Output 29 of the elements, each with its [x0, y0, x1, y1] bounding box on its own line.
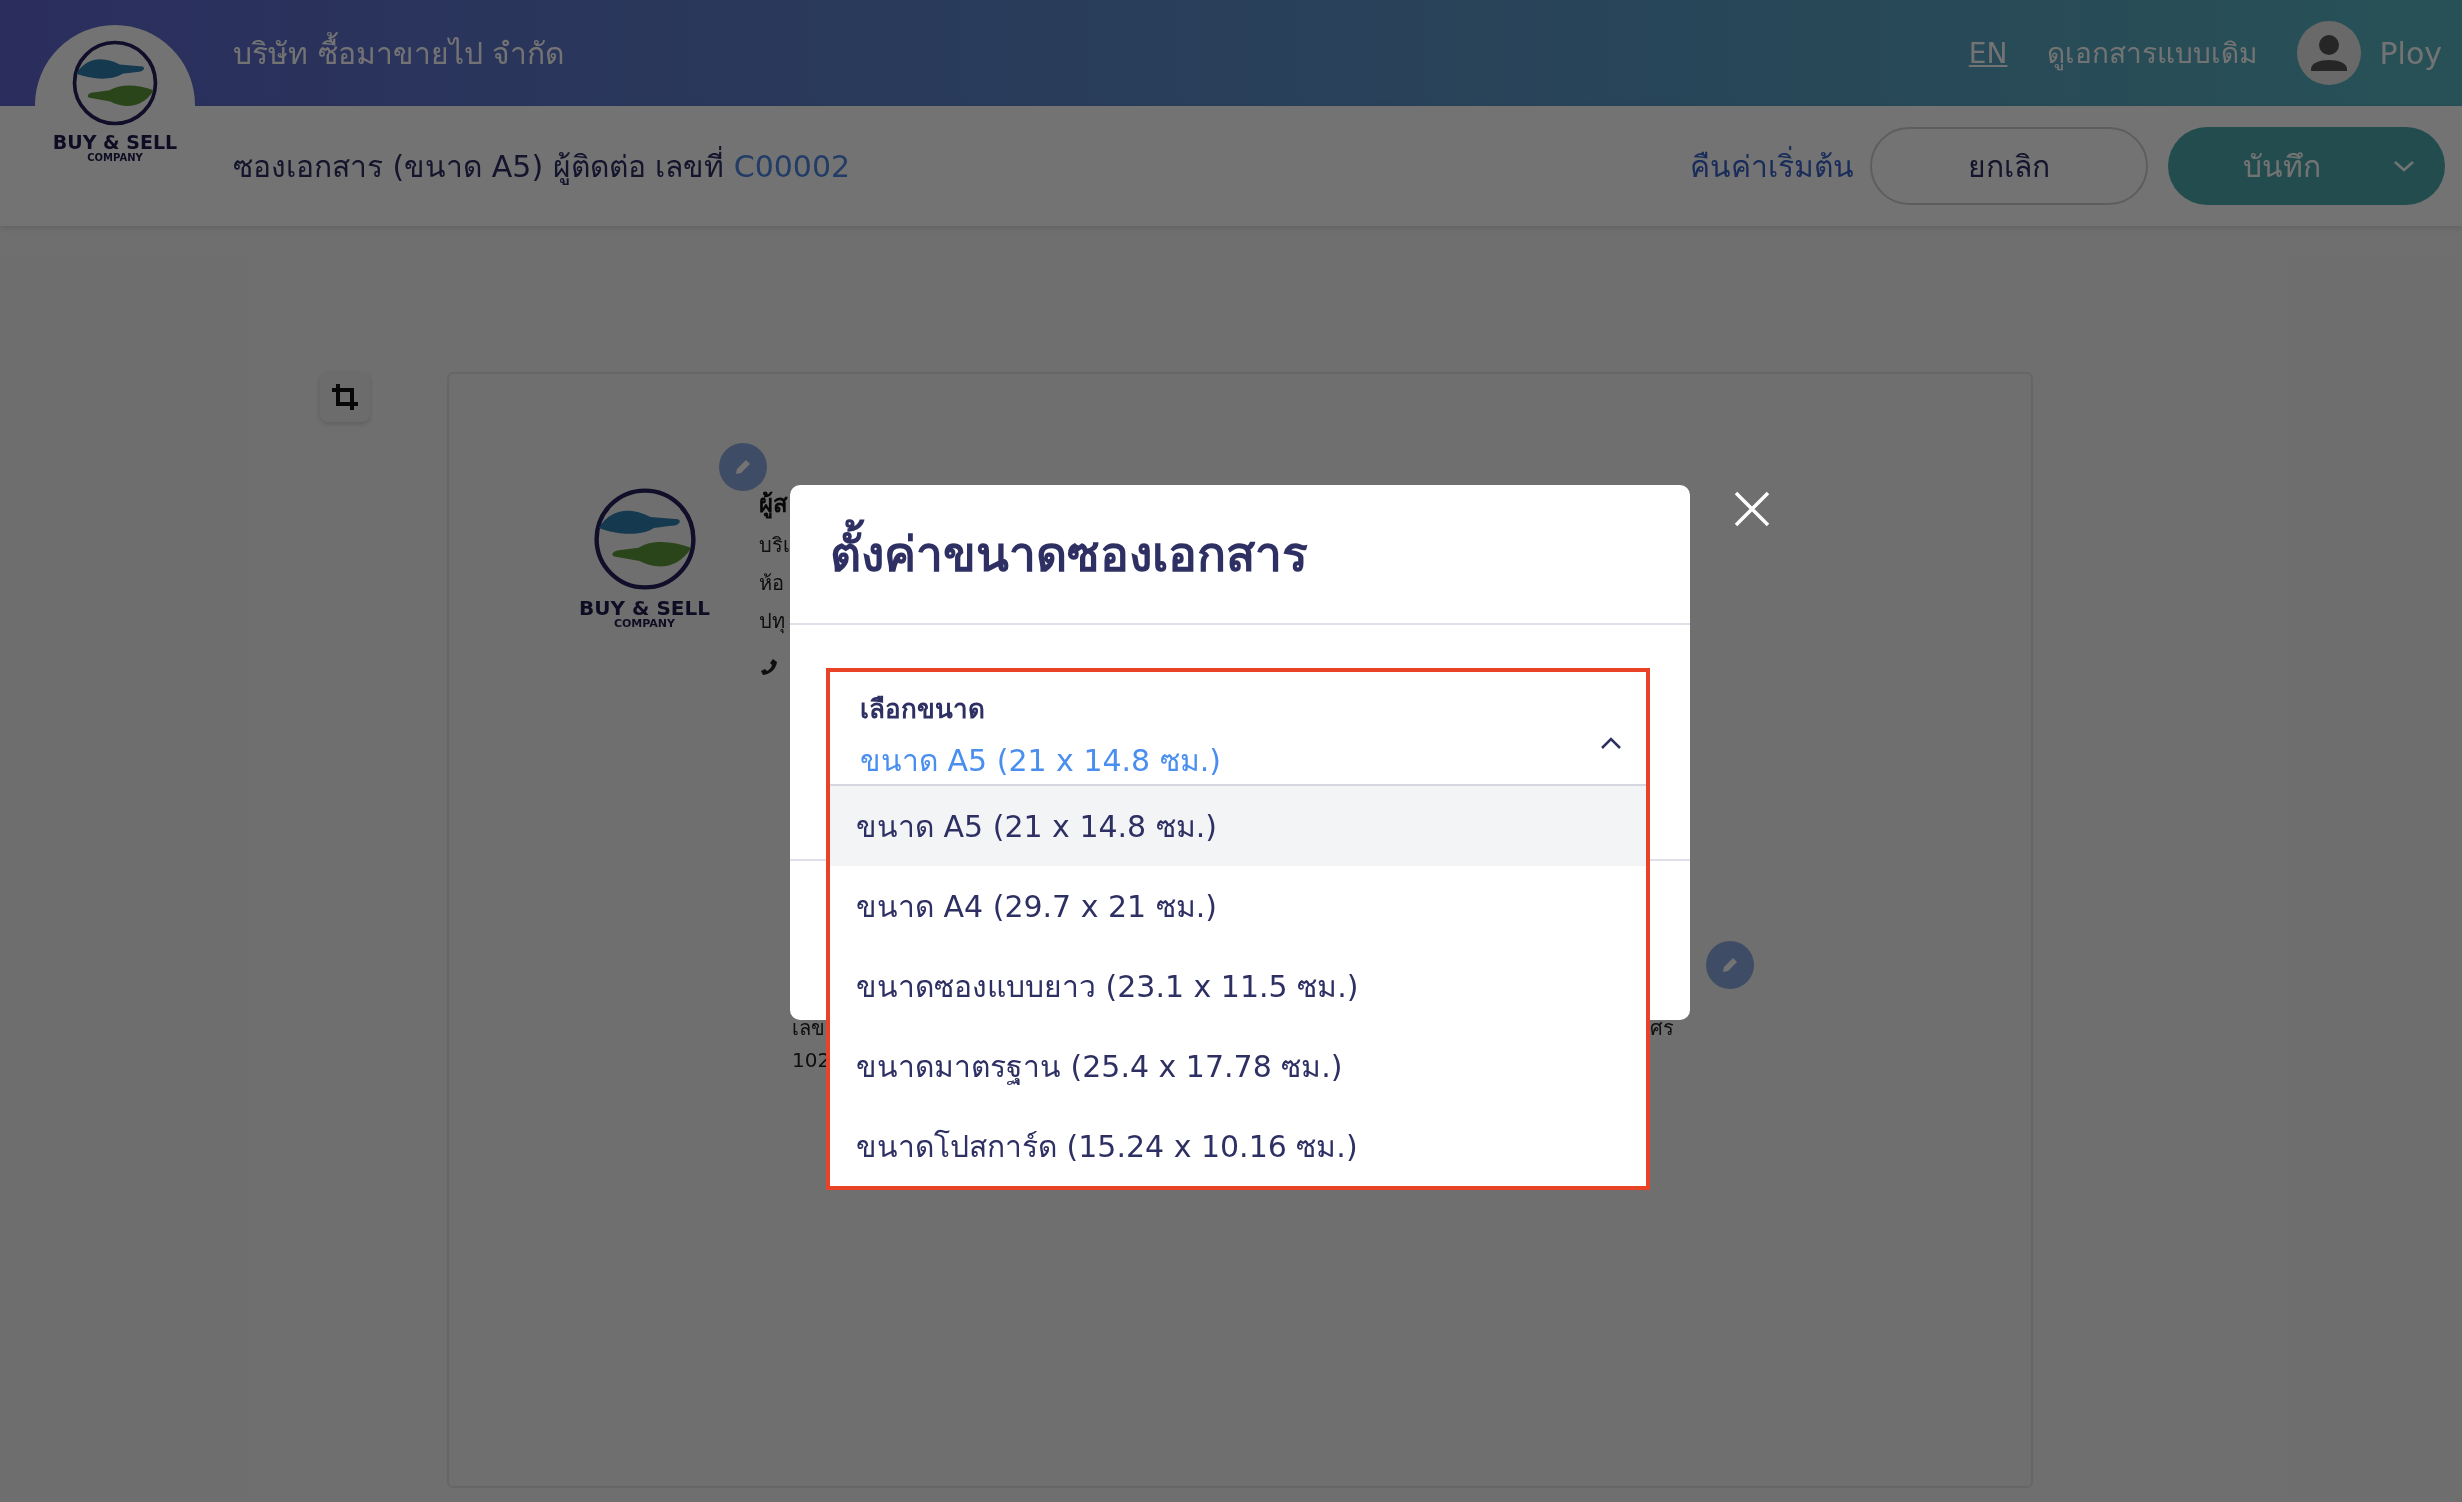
sender-address-line: ปทุ	[759, 608, 786, 636]
logo-tagline: COMPANY	[87, 152, 143, 163]
select-value: ขนาด A5 (21 x 14.8 ซม.)	[860, 742, 1221, 780]
user-avatar-icon[interactable]	[2297, 21, 2362, 85]
select-label: เลือกขนาด	[860, 693, 986, 726]
company-name: บริษัท ซื้อมาขายไป จำกัด	[233, 29, 1969, 77]
logo-tagline: COMPANY	[613, 618, 676, 631]
document-title: ซองเอกสาร (ขนาด A5) ผู้ติดต่อ เลขที่ C00002	[233, 145, 852, 187]
crop-button[interactable]	[320, 372, 370, 422]
modal-title: ตั้งค่าขนาดซองเอกสาร	[790, 485, 1690, 625]
close-icon	[1734, 491, 1770, 527]
cancel-button[interactable]: ยกเลิก	[1870, 127, 2148, 205]
edit-button[interactable]	[719, 443, 767, 491]
user-name: Ploy	[2379, 35, 2442, 71]
recipient-line: เลข	[792, 1015, 826, 1042]
sender-address-line: ห้อ	[759, 570, 785, 597]
recipient-line: ศร	[1650, 1015, 1674, 1042]
pencil-icon	[1720, 955, 1740, 975]
crop-icon	[330, 382, 360, 412]
size-select[interactable]: เลือกขนาด ขนาด A5 (21 x 14.8 ซม.) ขนาด A5 (21 x 14.8 ซม.) ขนาด A4 (29.7 x 21 ซม.) ขนาดซองแบบยาว (23.1 x 11.5 ซม.) ขนาดมาตรฐาน (25.4 x 17.78 ซม.) ขนาดโปสการ์ด (15.24 x 10.16 ซม.)	[826, 668, 1650, 1190]
size-option[interactable]: ขนาด A5 (21 x 14.8 ซม.)	[830, 786, 1646, 866]
logo-name: BUY & SELL	[52, 133, 178, 152]
sender-name: ผู้ส	[759, 489, 789, 521]
chevron-up-icon	[1600, 736, 1622, 750]
pencil-icon	[733, 457, 753, 477]
logo-name: BUY & SELL	[579, 598, 710, 618]
sender-address-line: บริเ	[759, 532, 789, 559]
phone-icon	[759, 657, 779, 677]
edit-button[interactable]	[1706, 941, 1754, 989]
